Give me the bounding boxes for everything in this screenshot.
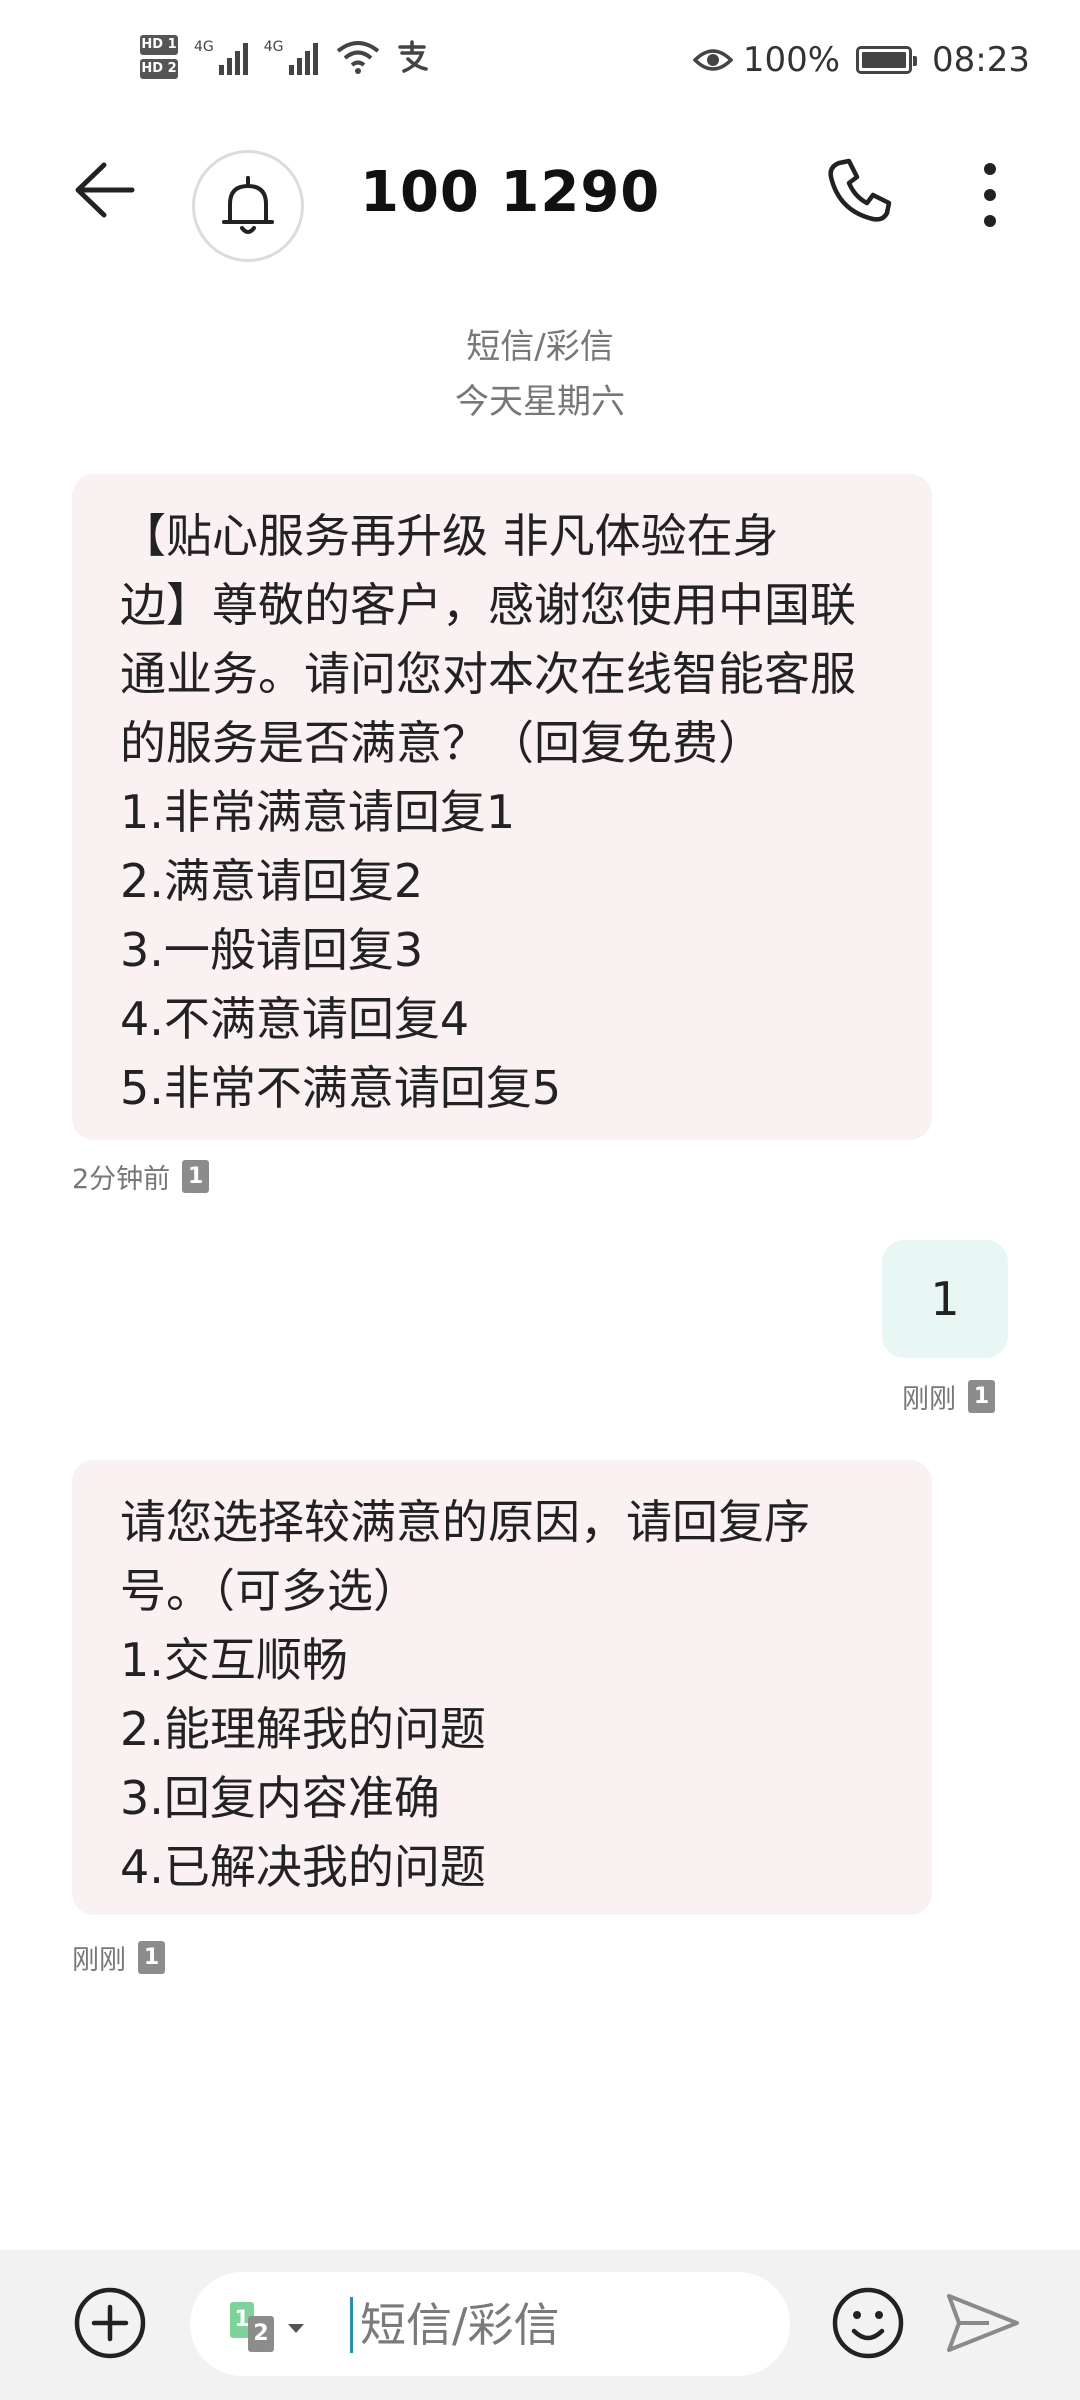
network-type-1: 4G — [194, 39, 214, 55]
chevron-down-icon — [288, 2324, 304, 2333]
call-button[interactable] — [825, 155, 905, 235]
text-cursor — [350, 2297, 353, 2353]
status-left: HD 1 HD 2 4G 4G — [140, 32, 430, 82]
message-time: 刚刚 — [902, 1384, 956, 1415]
status-bar: HD 1 HD 2 4G 4G 100% 08:23 — [0, 0, 1080, 110]
message-input[interactable] — [358, 2284, 762, 2366]
battery-icon — [856, 46, 918, 74]
signal-icon: 4G — [194, 39, 248, 75]
message-type-label: 短信/彩信 — [466, 327, 614, 367]
signal-icon: 4G — [264, 39, 318, 75]
date-label: 今天星期六 — [455, 382, 625, 422]
sim-selector[interactable]: 1 2 — [230, 2302, 310, 2352]
hd-badge-2: HD 2 — [140, 59, 178, 79]
phone-icon — [828, 158, 892, 222]
alipay-icon — [397, 40, 428, 73]
message-meta: 刚刚 1 — [72, 1938, 165, 1977]
plus-circle-icon — [74, 2287, 146, 2359]
compose-field-container: 1 2 — [190, 2272, 790, 2376]
compose-bar: 1 2 — [0, 2250, 1080, 2400]
arrow-left-icon — [75, 162, 135, 218]
contact-name: 100 1290 — [360, 160, 661, 225]
clock: 08:23 — [932, 40, 1030, 80]
sim-badge: 1 — [968, 1380, 995, 1413]
more-vertical-icon — [984, 163, 996, 227]
emoji-button[interactable] — [830, 2285, 906, 2361]
more-options-button[interactable] — [960, 155, 1020, 235]
status-right: 100% 08:23 — [692, 40, 1030, 80]
smiley-icon — [832, 2287, 904, 2359]
attach-button[interactable] — [72, 2285, 148, 2361]
message-time: 刚刚 — [72, 1945, 126, 1976]
message-meta: 刚刚 1 — [902, 1377, 995, 1416]
outgoing-message-bubble[interactable]: 1 — [882, 1240, 1008, 1358]
message-meta: 2分钟前 1 — [72, 1157, 210, 1196]
conversation-header: 100 1290 — [0, 130, 1080, 262]
eye-icon — [692, 49, 733, 71]
incoming-message-bubble[interactable]: 请您选择较满意的原因，请回复序 号。（可多选） 1.交互顺畅 2.能理解我的问题… — [72, 1460, 932, 1915]
hd-indicators: HD 1 HD 2 — [140, 35, 178, 79]
send-button[interactable] — [945, 2290, 1021, 2356]
hd-badge-1: HD 1 — [140, 35, 178, 55]
message-time: 2分钟前 — [72, 1164, 171, 1195]
thread-date-header: 短信/彩信 今天星期六 — [0, 320, 1080, 430]
incoming-message-bubble[interactable]: 【贴心服务再升级 非凡体验在身 边】尊敬的客户，感谢您使用中国联 通业务。请问您… — [72, 474, 932, 1140]
bell-icon — [222, 176, 274, 234]
wifi-icon — [336, 41, 379, 74]
sim-badge: 1 — [182, 1160, 210, 1193]
sim-badge: 1 — [138, 1941, 165, 1974]
back-button[interactable] — [70, 155, 150, 235]
battery-percent: 100% — [742, 40, 841, 80]
network-type-2: 4G — [263, 39, 284, 55]
sim-badge-secondary: 2 — [248, 2316, 274, 2352]
avatar[interactable] — [192, 150, 304, 262]
send-icon — [947, 2294, 1019, 2352]
